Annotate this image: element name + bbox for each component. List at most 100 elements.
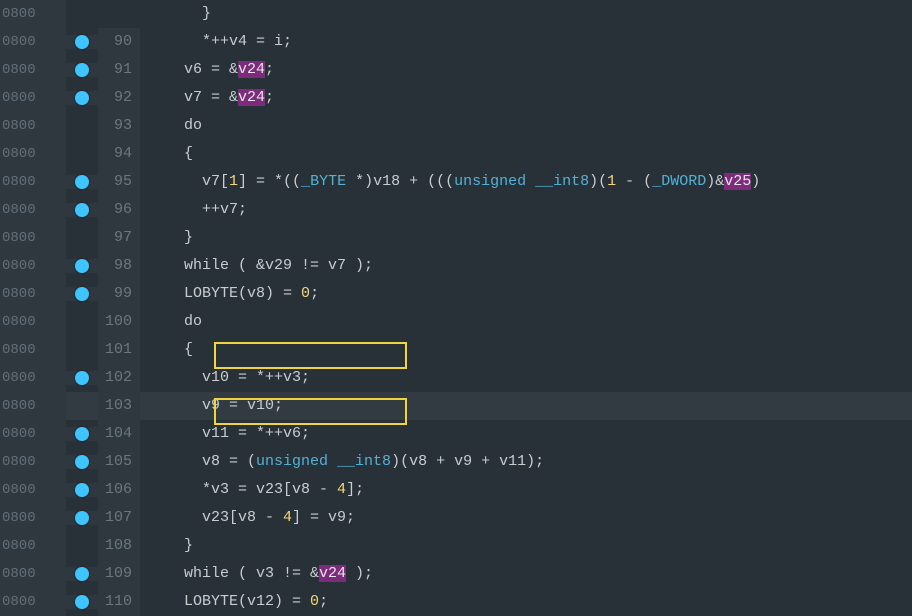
code-line[interactable]: 080098 while ( &v29 != v7 ); <box>0 252 912 280</box>
code-content[interactable]: v8 = (unsigned __int8)(v8 + v9 + v11); <box>140 448 912 476</box>
code-content[interactable]: { <box>140 140 912 168</box>
breakpoint-icon[interactable] <box>75 175 89 189</box>
breakpoint-icon[interactable] <box>75 483 89 497</box>
code-line[interactable]: 0800 } <box>0 0 912 28</box>
code-content[interactable]: } <box>140 0 912 28</box>
code-line[interactable]: 0800105 v8 = (unsigned __int8)(v8 + v9 +… <box>0 448 912 476</box>
code-line[interactable]: 0800 101 { <box>0 336 912 364</box>
code-line[interactable]: 0800110 LOBYTE(v12) = 0; <box>0 588 912 616</box>
code-content[interactable]: *v3 = v23[v8 - 4]; <box>140 476 912 504</box>
breakpoint-icon[interactable] <box>75 259 89 273</box>
address-col: 0800 <box>0 196 66 224</box>
code-line[interactable]: 0800 99 LOBYTE(v8) = 0; <box>0 280 912 308</box>
code-line[interactable]: 080095 v7[1] = *((_BYTE *)v18 + (((unsig… <box>0 168 912 196</box>
breakpoint-icon[interactable] <box>75 595 89 609</box>
address-col: 0800 <box>0 532 66 560</box>
code-content[interactable]: while ( v3 != &v24 ); <box>140 560 912 588</box>
code-line[interactable]: 0800 90 *++v4 = i; <box>0 28 912 56</box>
line-number: 106 <box>98 476 140 504</box>
address-col: 0800 <box>0 224 66 252</box>
code-content[interactable]: do <box>140 112 912 140</box>
breakpoint-gutter[interactable] <box>66 91 98 105</box>
code-content[interactable]: v7[1] = *((_BYTE *)v18 + (((unsigned __i… <box>140 168 912 196</box>
address-col: 0800 <box>0 56 66 84</box>
breakpoint-gutter[interactable] <box>66 595 98 609</box>
code-content[interactable]: LOBYTE(v8) = 0; <box>140 280 912 308</box>
highlighted-var: v24 <box>238 89 265 106</box>
breakpoint-icon[interactable] <box>75 287 89 301</box>
code-line[interactable]: 0800104 v11 = *++v6; <box>0 420 912 448</box>
breakpoint-icon[interactable] <box>75 203 89 217</box>
code-line[interactable]: 0800109 while ( v3 != &v24 ); <box>0 560 912 588</box>
breakpoint-icon[interactable] <box>75 567 89 581</box>
code-line[interactable]: 0800 91 v6 = &v24; <box>0 56 912 84</box>
breakpoint-icon[interactable] <box>75 35 89 49</box>
line-number: 99 <box>98 280 140 308</box>
line-number: 91 <box>98 56 140 84</box>
code-content[interactable]: } <box>140 532 912 560</box>
line-number: 104 <box>98 420 140 448</box>
address-col: 0800 <box>0 560 66 588</box>
breakpoint-gutter[interactable] <box>66 483 98 497</box>
code-line[interactable]: 080097 } <box>0 224 912 252</box>
address-col: 0800 <box>0 448 66 476</box>
address-col: 0800 <box>0 504 66 532</box>
line-number: 102 <box>98 364 140 392</box>
breakpoint-gutter[interactable] <box>66 203 98 217</box>
breakpoint-gutter[interactable] <box>66 259 98 273</box>
code-content[interactable]: LOBYTE(v12) = 0; <box>140 588 912 616</box>
code-content[interactable]: v23[v8 - 4] = v9; <box>140 504 912 532</box>
address-col: 0800 <box>0 392 66 420</box>
breakpoint-icon[interactable] <box>75 427 89 441</box>
breakpoint-gutter[interactable] <box>66 287 98 301</box>
line-number: 110 <box>98 588 140 616</box>
breakpoint-icon[interactable] <box>75 91 89 105</box>
code-content[interactable]: while ( &v29 != v7 ); <box>140 252 912 280</box>
breakpoint-icon[interactable] <box>75 511 89 525</box>
breakpoint-gutter[interactable] <box>66 511 98 525</box>
breakpoint-icon[interactable] <box>75 371 89 385</box>
code-line[interactable]: 080096 ++v7; <box>0 196 912 224</box>
address-col: 0800 <box>0 308 66 336</box>
address-col: 0800 <box>0 280 66 308</box>
breakpoint-gutter[interactable] <box>66 427 98 441</box>
code-content[interactable]: { <box>140 336 912 364</box>
code-line[interactable]: 0800107 v23[v8 - 4] = v9; <box>0 504 912 532</box>
code-line[interactable]: 0800100 do <box>0 308 912 336</box>
line-number: 92 <box>98 84 140 112</box>
code-content[interactable]: v10 = *++v3; <box>140 364 912 392</box>
breakpoint-icon[interactable] <box>75 455 89 469</box>
address-col: 0800 <box>0 0 66 28</box>
code-line[interactable]: 0800 102 v10 = *++v3; <box>0 364 912 392</box>
code-content[interactable]: } <box>140 224 912 252</box>
code-line[interactable]: 080094 { <box>0 140 912 168</box>
code-line[interactable]: 0800103 v9 = v10; <box>0 392 912 420</box>
code-content[interactable]: do <box>140 308 912 336</box>
address-col: 0800 <box>0 84 66 112</box>
breakpoint-gutter[interactable] <box>66 371 98 385</box>
address-col: 0800 <box>0 112 66 140</box>
code-content[interactable]: v7 = &v24; <box>140 84 912 112</box>
code-content[interactable]: v6 = &v24; <box>140 56 912 84</box>
breakpoint-gutter[interactable] <box>66 63 98 77</box>
address-col: 0800 <box>0 336 66 364</box>
breakpoint-gutter[interactable] <box>66 455 98 469</box>
line-number: 90 <box>98 28 140 56</box>
breakpoint-icon[interactable] <box>75 63 89 77</box>
code-line[interactable]: 0800108 } <box>0 532 912 560</box>
address-col: 0800 <box>0 28 66 56</box>
code-content[interactable]: ++v7; <box>140 196 912 224</box>
code-content[interactable]: v9 = v10; <box>140 392 912 420</box>
address-col: 0800 <box>0 364 66 392</box>
breakpoint-gutter[interactable] <box>66 35 98 49</box>
code-line[interactable]: 0800 92 v7 = &v24; <box>0 84 912 112</box>
address-col: 0800 <box>0 140 66 168</box>
code-line[interactable]: 080093 do <box>0 112 912 140</box>
code-content[interactable]: *++v4 = i; <box>140 28 912 56</box>
code-line[interactable]: 0800106 *v3 = v23[v8 - 4]; <box>0 476 912 504</box>
breakpoint-gutter[interactable] <box>66 175 98 189</box>
address-col: 0800 <box>0 252 66 280</box>
breakpoint-gutter[interactable] <box>66 567 98 581</box>
line-number: 101 <box>98 336 140 364</box>
code-content[interactable]: v11 = *++v6; <box>140 420 912 448</box>
